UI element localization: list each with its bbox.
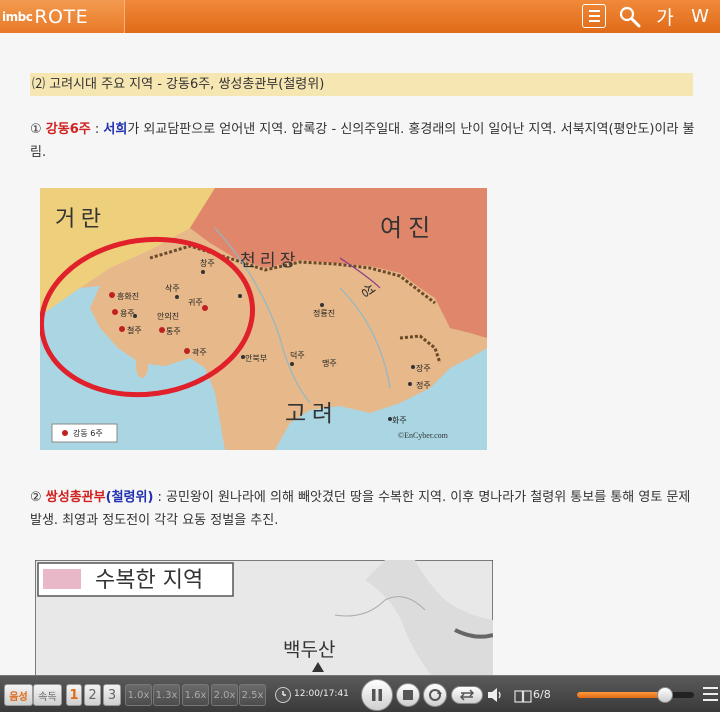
city-label: 정주 <box>416 380 431 390</box>
page-indicator: 6/8 <box>533 688 551 701</box>
volume-icon[interactable] <box>487 687 503 707</box>
repeat-toggle[interactable] <box>451 686 483 704</box>
bookmark-icon[interactable]: W <box>688 3 712 30</box>
item2-alt: 철령위 <box>111 490 148 505</box>
city-label: 화주 <box>392 416 407 425</box>
city-label: 맹주 <box>322 358 337 368</box>
menu-icon[interactable] <box>582 4 606 28</box>
label-yeojin: 여 진 <box>380 215 430 242</box>
volume-slider[interactable] <box>577 687 694 703</box>
audio-button[interactable]: 음성 <box>4 684 33 706</box>
volume-knob[interactable] <box>656 687 673 703</box>
item1-person: 서희 <box>103 122 128 137</box>
city-label: 철주 <box>127 325 142 335</box>
city-label: 안의진 <box>157 311 179 321</box>
content-area[interactable]: ⑵ 고려시대 주요 지역 - 강동6주, 쌍성총관부(철령위) ① 강동6주 :… <box>0 33 720 675</box>
item1-paragraph: ① 강동6주 : 서희가 외교담판으로 얻어낸 지역. 압록강 - 신의주일대.… <box>30 118 700 164</box>
level-3-button[interactable]: 3 <box>103 684 121 706</box>
font-size-icon[interactable]: 가 <box>652 3 678 30</box>
item1-sep: : <box>90 122 104 137</box>
search-icon[interactable] <box>616 3 644 30</box>
item1-number: ① <box>30 122 46 137</box>
player-bar: 음성 속독 1 2 3 1.0x 1.3x 1.6x 2.0x 2.5x 12:… <box>0 675 720 712</box>
city-label: 용주 <box>120 309 135 318</box>
logo-main: ROTE <box>34 5 89 28</box>
speed-1-0-button[interactable]: 1.0x <box>125 684 152 706</box>
label-goryeo: 고 려 <box>285 401 333 426</box>
map2-mountain: 백두산 <box>283 639 335 661</box>
level-2-button[interactable]: 2 <box>84 684 101 706</box>
city-label: 장주 <box>416 363 431 373</box>
city-label: 통주 <box>166 327 181 336</box>
logo[interactable]: imbc ROTE <box>0 0 125 33</box>
item2-name: 쌍성총관부 <box>45 490 106 505</box>
clock-icon <box>275 687 291 703</box>
map-gangdong: 거 란 여 진 천 리 장 성 고 려 창주 삭주 흥화진 귀주 용주 안의진 … <box>38 188 487 450</box>
item1-name: 강동6주 <box>45 122 91 137</box>
city-label: 안북부 <box>245 353 267 363</box>
speed-read-button[interactable]: 속독 <box>33 684 62 706</box>
section-title: ⑵ 고려시대 주요 지역 - 강동6주, 쌍성총관부(철령위) <box>30 73 693 96</box>
city-label: 삭주 <box>165 283 180 293</box>
item2-paragraph: ② 쌍성총관부(철령위) : 공민왕이 원나라에 의해 빼앗겼던 땅을 수복한 … <box>30 486 700 532</box>
speed-2-0-button[interactable]: 2.0x <box>211 684 238 706</box>
label-cheolli: 천 리 장 <box>240 251 296 270</box>
city-label: 정룡진 <box>313 308 335 318</box>
speed-1-6-button[interactable]: 1.6x <box>182 684 209 706</box>
city-label: 흥화진 <box>117 291 139 301</box>
stop-button[interactable] <box>396 683 420 707</box>
item2-number: ② <box>30 490 46 505</box>
level-1-button[interactable]: 1 <box>66 684 82 706</box>
label-georan: 거 란 <box>55 206 101 231</box>
logo-prefix: imbc <box>2 9 33 24</box>
top-bar: imbc ROTE 가 W <box>0 0 720 33</box>
map1-copyright: ©EnCyber.com <box>398 431 449 440</box>
volume-fill <box>577 692 665 698</box>
city-label: 귀주 <box>188 297 203 307</box>
time-display: 12:00/17:41 <box>294 689 349 699</box>
map2-legend: 수복한 지역 <box>95 568 203 593</box>
speed-1-3-button[interactable]: 1.3x <box>153 684 180 706</box>
speed-2-5-button[interactable]: 2.5x <box>239 684 266 706</box>
city-label: 곽주 <box>192 347 207 357</box>
book-icon <box>514 688 532 707</box>
city-label: 창주 <box>200 259 215 268</box>
map-ssangseong: 수복한 지역 백두산 <box>34 559 494 675</box>
pause-button[interactable] <box>361 679 393 711</box>
menu-lines-icon[interactable] <box>703 687 718 701</box>
repeat-one-button[interactable] <box>423 683 447 707</box>
map1-legend: 강동 6주 <box>73 428 103 438</box>
city-label: 덕주 <box>290 350 305 360</box>
item1-text: 가 외교담판으로 얻어낸 지역. 압록강 - 신의주일대. 홍경래의 난이 일어… <box>30 122 695 160</box>
